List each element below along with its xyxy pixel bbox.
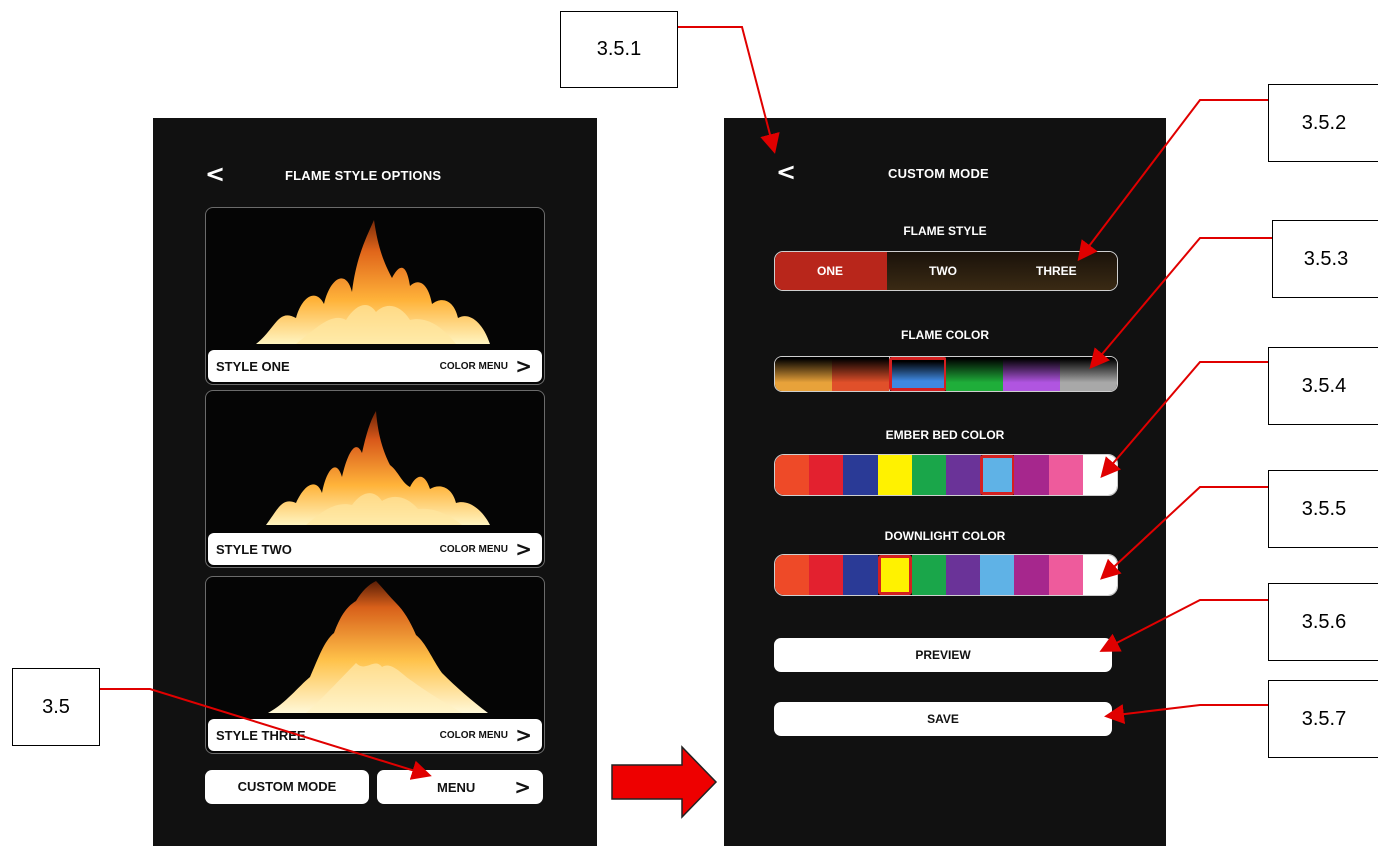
leader-line-3-5-3 <box>1089 237 1272 370</box>
callout-3-5-2: 3.5.2 <box>1268 84 1378 162</box>
leader-line-3-5-2 <box>1077 99 1268 262</box>
leader-line-3-5 <box>100 688 432 780</box>
leader-line-3-5-5 <box>1100 486 1268 580</box>
callout-3-5-7: 3.5.7 <box>1268 680 1378 758</box>
callout-3-5-6: 3.5.6 <box>1268 583 1378 661</box>
callout-3-5-4: 3.5.4 <box>1268 347 1378 425</box>
leader-line-3-5-1 <box>678 26 780 154</box>
annotation-leader-lines <box>100 26 1272 780</box>
leader-line-3-5-4 <box>1100 361 1268 479</box>
callout-3-5-3: 3.5.3 <box>1272 220 1378 298</box>
callout-3-5-5: 3.5.5 <box>1268 470 1378 548</box>
leader-line-3-5-7 <box>1104 704 1268 725</box>
callout-3-5: 3.5 <box>12 668 100 746</box>
callout-3-5-1: 3.5.1 <box>560 11 678 88</box>
leader-line-3-5-6 <box>1099 599 1268 652</box>
